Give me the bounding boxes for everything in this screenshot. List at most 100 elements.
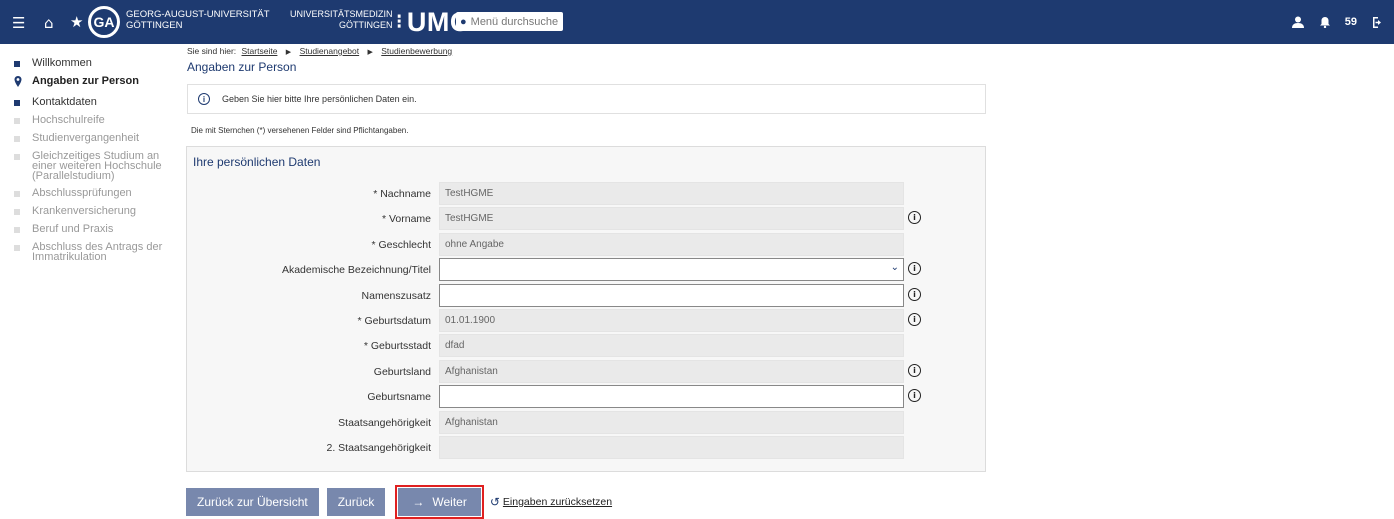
bullet-icon [14, 245, 20, 251]
field-label: 2. Staatsangehörigkeit [326, 442, 432, 454]
search-placeholder: Menü durchsuche [470, 15, 559, 28]
info-icon[interactable]: i [908, 288, 921, 301]
required-fields-note: Die mit Sternchen (*) versehenen Felder … [191, 126, 409, 135]
sidebar-item-kontaktdaten[interactable]: Kontaktdaten [14, 97, 174, 108]
sidebar-item-willkommen[interactable]: Willkommen [14, 58, 174, 69]
sidebar-item-label: Angaben zur Person [32, 75, 139, 87]
field-label: Namenszusatz [361, 290, 431, 302]
geburtsdatum-field: 01.01.1900 [439, 309, 904, 332]
sidebar-item-label: Willkommen [32, 57, 92, 69]
info-icon[interactable]: i [908, 313, 921, 326]
chevron-down-icon: ⌄ [890, 262, 899, 273]
notification-count[interactable]: 59 [1345, 16, 1357, 28]
sidebar-item-label: Kontaktdaten [32, 96, 97, 108]
user-toolbar: 59 [1291, 0, 1384, 44]
row-geburtsname: Geburtsname i [187, 385, 987, 409]
breadcrumb-studienangebot[interactable]: Studienangebot [300, 46, 360, 56]
geburtsname-input[interactable] [439, 385, 904, 408]
sidebar-item-studienvergangenheit: Studienvergangenheit [14, 133, 174, 144]
bullet-icon [14, 118, 20, 124]
reset-icon: ↺ [489, 494, 500, 509]
next-button-highlight: → Weiter [395, 484, 484, 519]
sidebar-item-abschluss-antrag: Abschluss des Antrags der Immatrikulatio… [14, 241, 174, 263]
menu-search-input[interactable]: ● Menü durchsuche [456, 12, 563, 31]
hamburger-menu-icon[interactable]: ☰ [12, 14, 25, 32]
breadcrumb: Sie sind hier: Startseite ▶ Studienangeb… [187, 46, 452, 56]
sidebar-item-beruf-und-praxis: Beruf und Praxis [14, 224, 174, 235]
field-label: * Geschlecht [371, 239, 431, 251]
sidebar-item-krankenversicherung: Krankenversicherung [14, 206, 174, 217]
staatsangehoerigkeit-2-field [439, 436, 904, 459]
breadcrumb-studienbewerbung[interactable]: Studienbewerbung [381, 46, 452, 56]
panel-title: Ihre persönlichen Daten [193, 155, 321, 169]
field-label: Geburtsname [367, 391, 431, 403]
location-pin-icon [14, 76, 22, 90]
bell-icon[interactable] [1319, 16, 1331, 28]
star-icon[interactable]: ★ [70, 13, 83, 31]
next-button[interactable]: → Weiter [398, 487, 481, 516]
logout-icon[interactable] [1371, 16, 1384, 29]
sidebar-item-abschlusspruefungen: Abschlussprüfungen [14, 188, 174, 199]
bullet-icon [14, 154, 20, 160]
info-message-text: Geben Sie hier bitte Ihre persönlichen D… [222, 94, 417, 104]
sidebar-item-label: Gleichzeitiges Studium an einer weiteren… [32, 150, 162, 182]
top-navigation-bar: ☰ ⌂ ★ GA GEORG-AUGUST-UNIVERSITÄT GÖTTIN… [0, 0, 1394, 44]
personal-data-panel: Ihre persönlichen Daten * Nachname TestH… [186, 146, 986, 472]
geburtsstadt-field: dfad [439, 334, 904, 357]
breadcrumb-startseite[interactable]: Startseite [242, 46, 278, 56]
reset-inputs-link[interactable]: ↺ Eingaben zurücksetzen [490, 495, 612, 509]
sidebar-item-label: Beruf und Praxis [32, 223, 114, 235]
info-icon[interactable]: i [908, 262, 921, 275]
info-icon[interactable]: i [908, 364, 921, 377]
row-titel: Akademische Bezeichnung/Titel ⌄ i [187, 258, 987, 282]
umg-name-line1: UNIVERSITÄTSMEDIZIN [290, 9, 393, 19]
user-icon[interactable] [1291, 16, 1305, 28]
next-button-label: Weiter [432, 494, 467, 509]
field-label: * Geburtsdatum [357, 315, 431, 327]
geburtsland-field: Afghanistan [439, 360, 904, 383]
row-staatsangehoerigkeit: Staatsangehörigkeit Afghanistan [187, 411, 987, 435]
sidebar-item-label: Abschlussprüfungen [32, 187, 132, 199]
row-vorname: * Vorname TestHGME i [187, 207, 987, 231]
sidebar-item-label: Hochschulreife [32, 114, 105, 126]
back-to-overview-button[interactable]: Zurück zur Übersicht [186, 487, 319, 516]
reset-link-label: Eingaben zurücksetzen [502, 495, 613, 508]
info-icon[interactable]: i [908, 211, 921, 224]
back-button[interactable]: Zurück [326, 487, 386, 516]
process-sidebar: Willkommen Angaben zur Person Kontaktdat… [14, 58, 174, 269]
home-icon[interactable]: ⌂ [44, 14, 54, 32]
field-label: Geburtsland [373, 366, 431, 378]
staatsangehoerigkeit-field: Afghanistan [439, 411, 904, 434]
field-label: Akademische Bezeichnung/Titel [281, 264, 431, 276]
search-icon: ● [460, 15, 467, 28]
vorname-field: TestHGME [439, 207, 904, 230]
titel-select[interactable]: ⌄ [439, 258, 904, 281]
field-label: * Vorname [381, 213, 431, 225]
page-title: Angaben zur Person [187, 60, 297, 74]
row-geburtsdatum: * Geburtsdatum 01.01.1900 i [187, 309, 987, 333]
arrow-right-icon: → [412, 494, 425, 509]
sidebar-item-label: Krankenversicherung [32, 205, 136, 217]
row-geschlecht: * Geschlecht ohne Angabe [187, 233, 987, 257]
field-label: * Geburtsstadt [363, 340, 431, 352]
form-actions: Zurück zur Übersicht Zurück → Weiter ↺ E… [186, 484, 612, 519]
row-geburtsstadt: * Geburtsstadt dfad [187, 334, 987, 358]
info-icon[interactable]: i [908, 389, 921, 402]
university-logo[interactable]: GA [88, 6, 120, 38]
namenszusatz-input[interactable] [439, 284, 904, 307]
umg-name-line2: GÖTTINGEN [339, 20, 393, 30]
sidebar-item-label: Abschluss des Antrags der Immatrikulatio… [32, 241, 163, 263]
sidebar-item-hochschulreife: Hochschulreife [14, 115, 174, 126]
chevron-right-icon: ▶ [367, 49, 373, 56]
info-message-box: i Geben Sie hier bitte Ihre persönlichen… [187, 84, 986, 114]
row-nachname: * Nachname TestHGME [187, 182, 987, 206]
sidebar-item-angaben-zur-person[interactable]: Angaben zur Person [14, 76, 174, 90]
bullet-icon [14, 136, 20, 142]
info-icon: i [198, 93, 210, 105]
breadcrumb-prefix: Sie sind hier: [187, 46, 237, 56]
university-name: GEORG-AUGUST-UNIVERSITÄT GÖTTINGEN [126, 9, 270, 31]
university-name-line1: GEORG-AUGUST-UNIVERSITÄT [126, 9, 270, 20]
bullet-icon [14, 61, 20, 67]
field-label: * Nachname [373, 188, 431, 200]
bullet-icon [14, 209, 20, 215]
